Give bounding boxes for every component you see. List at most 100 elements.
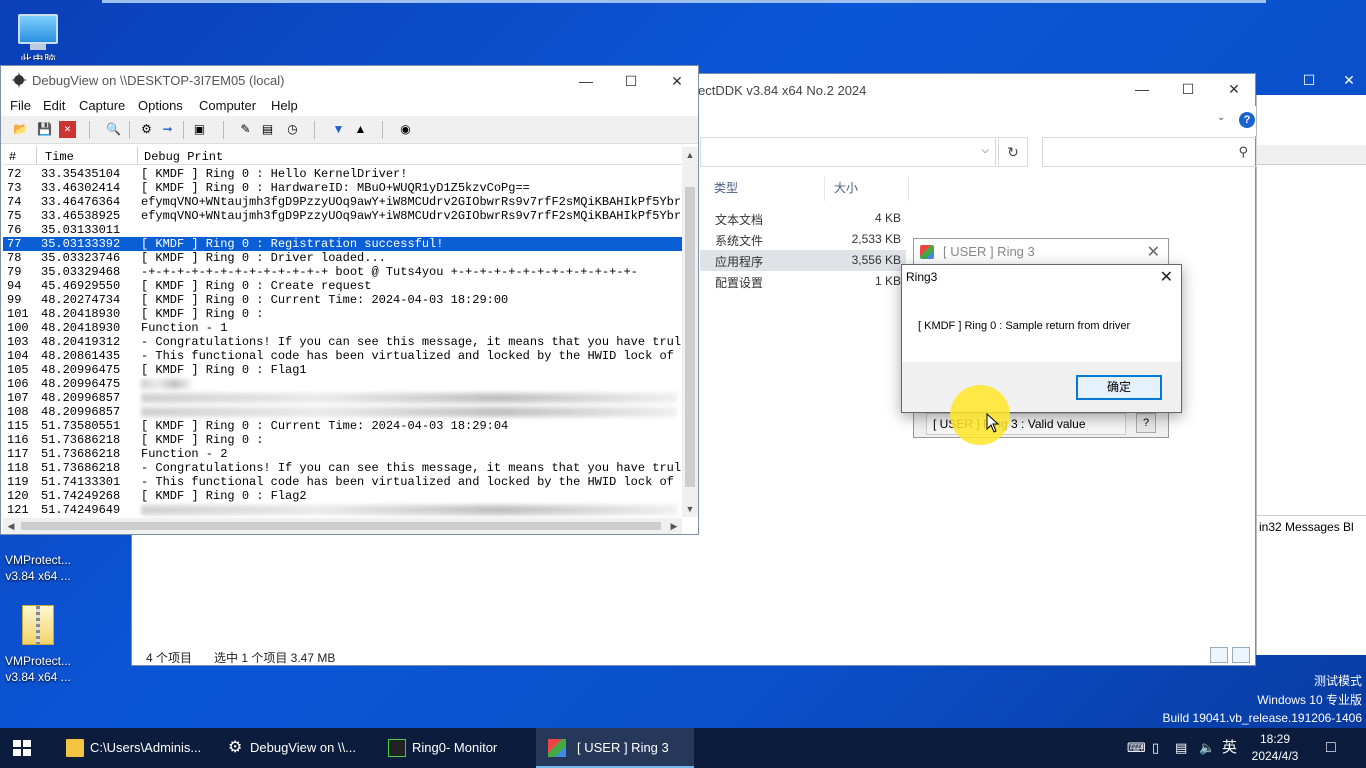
menu-capture[interactable]: Capture	[79, 98, 125, 113]
refresh-button[interactable]: ↻	[998, 137, 1028, 167]
windows-start-icon[interactable]	[13, 740, 31, 756]
minimize-button[interactable]: —	[563, 66, 609, 96]
table-row[interactable]: 77 35.03133392 [ KMDF ] Ring 0 : Registrat…	[3, 237, 682, 251]
scroll-up-icon[interactable]: ▲	[682, 147, 698, 163]
notification-icon[interactable]: □	[1326, 728, 1336, 768]
table-row[interactable]: 103 48.20419312 - Congratulations! If you …	[3, 335, 682, 349]
taskbar-item-ring0-monitor[interactable]: Ring0- Monitor	[376, 728, 534, 768]
taskbar-item-debugview[interactable]: ⚙ DebugView on \\...	[216, 728, 374, 768]
table-row[interactable]: 73 33.46302414 [ KMDF ] Ring 0 : HardwareI…	[3, 181, 682, 195]
messages-tab[interactable]: in32 Messages Bl	[1257, 515, 1366, 537]
table-row[interactable]: 78 35.03323746 [ KMDF ] Ring 0 : Driver lo…	[3, 251, 682, 265]
usb-icon[interactable]: ▯	[1152, 728, 1159, 768]
table-row[interactable]: 116 51.73686218 [ KMDF ] Ring 0 :	[3, 433, 682, 447]
close-icon[interactable]: ✕	[1147, 242, 1160, 262]
scroll-thumb[interactable]	[21, 522, 661, 530]
clock-icon[interactable]: ◷	[284, 121, 301, 138]
table-row[interactable]: 72 33.35435104 [ KMDF ] Ring 0 : Hello Ker…	[3, 167, 682, 181]
table-row[interactable]: 120 51.74249268 [ KMDF ] Ring 0 : Flag2	[3, 489, 682, 503]
debug-list[interactable]: # Time Debug Print 72 33.35435104 [ KMDF ]…	[3, 147, 682, 519]
search-input[interactable]: ⚲	[1042, 137, 1257, 167]
horizontal-scrollbar[interactable]: ◀ ▶	[3, 518, 682, 534]
close-icon[interactable]: ✕	[1211, 74, 1257, 104]
find-icon[interactable]: 🔍	[105, 121, 122, 138]
debugview-icon: ⚙	[228, 739, 243, 756]
table-row[interactable]: 99 48.20274734 [ KMDF ] Ring 0 : Current T…	[3, 293, 682, 307]
table-row[interactable]: 117 51.73686218 Function - 2	[3, 447, 682, 461]
header-time[interactable]: Time	[45, 150, 74, 164]
table-row[interactable]: 108 48.20996857	[3, 405, 682, 419]
clear-icon[interactable]: ✕	[59, 121, 76, 138]
column-type[interactable]: 类型	[714, 179, 738, 196]
table-row[interactable]: 121 51.74249649	[3, 503, 682, 517]
table-row[interactable]: 76 35.03133011	[3, 223, 682, 237]
arrow-right-icon[interactable]: ➞	[159, 121, 176, 138]
binoculars-icon[interactable]: ◉	[397, 121, 414, 138]
header-num[interactable]: #	[9, 150, 16, 164]
details-view-icon[interactable]	[1210, 647, 1228, 663]
keyboard-icon[interactable]: ⌨	[1127, 728, 1146, 768]
table-row[interactable]: 118 51.73686218 - Congratulations! If you …	[3, 461, 682, 475]
close-icon[interactable]: ✕	[654, 66, 700, 96]
desktop-icon-vmprotect-2[interactable]: VMProtect... v3.84 x64 ...	[0, 605, 76, 685]
help-button[interactable]: ?	[1136, 413, 1156, 433]
list-icon[interactable]: ▤	[259, 121, 276, 138]
scroll-thumb[interactable]	[685, 187, 695, 487]
header-print[interactable]: Debug Print	[144, 150, 223, 164]
close-icon[interactable]: ✕	[1160, 267, 1173, 287]
table-row[interactable]: 94 45.46929550 [ KMDF ] Ring 0 : Create re…	[3, 279, 682, 293]
highlight-icon[interactable]: ▲	[352, 121, 369, 138]
scroll-left-icon[interactable]: ◀	[3, 518, 19, 534]
desktop-icon-vmprotect-1[interactable]: VMProtect... v3.84 x64 ...	[0, 535, 76, 584]
chevron-down-icon[interactable]: ⌄	[1217, 112, 1225, 123]
desktop-icon-this-pc[interactable]: 此电脑	[0, 8, 76, 60]
status-bar: 4 个项目 选中 1 个项目 3.47 MB	[132, 646, 1255, 666]
menu-help[interactable]: Help	[271, 98, 298, 113]
table-row[interactable]: 107 48.20996857	[3, 391, 682, 405]
clock[interactable]: 18:29 2024/4/3	[1240, 731, 1310, 765]
address-bar[interactable]: ⌵	[700, 137, 996, 167]
ime-indicator[interactable]: 英	[1222, 728, 1237, 768]
save-icon[interactable]: 💾	[36, 121, 53, 138]
capture-kernel-icon[interactable]: ▣	[191, 121, 208, 138]
minimize-button[interactable]: —	[1119, 74, 1165, 104]
table-row[interactable]: 105 48.20996475 [ KMDF ] Ring 0 : Flag1	[3, 363, 682, 377]
table-row[interactable]: 79 35.03329468 -+-+-+-+-+-+-+-+-+-+-+-+-+ …	[3, 265, 682, 279]
volume-icon[interactable]: 🔈	[1199, 728, 1215, 768]
maximize-icon[interactable]: ☐	[1286, 65, 1332, 95]
file-row[interactable]: 文本文档 4 KB	[700, 208, 906, 229]
open-icon[interactable]: 📂	[12, 121, 29, 138]
table-row[interactable]: 74 33.46476364 efymqVNO+WNtaujmh3fgD9PzzyU…	[3, 195, 682, 209]
chevron-down-icon[interactable]: ⌵	[981, 145, 989, 156]
table-row[interactable]: 104 48.20861435 - This functional code has…	[3, 349, 682, 363]
menu-edit[interactable]: Edit	[43, 98, 65, 113]
menu-computer[interactable]: Computer	[199, 98, 256, 113]
file-row[interactable]: 系统文件 2,533 KB	[700, 229, 906, 250]
table-row[interactable]: 100 48.20418930 Function - 1	[3, 321, 682, 335]
edit-icon[interactable]: ✎	[237, 121, 254, 138]
menu-options[interactable]: Options	[138, 98, 183, 113]
table-row[interactable]: 119 51.74133301 - This functional code has…	[3, 475, 682, 489]
table-row[interactable]: 75 33.46538925 efymqVNO+WNtaujmh3fgD9PzzyU…	[3, 209, 682, 223]
table-row[interactable]: 101 48.20418930 [ KMDF ] Ring 0 :	[3, 307, 682, 321]
capture-icon[interactable]: ⚙	[138, 121, 155, 138]
table-row[interactable]: 106 48.20996475	[3, 377, 682, 391]
scroll-down-icon[interactable]: ▼	[682, 501, 698, 517]
taskbar-item-user-ring3[interactable]: [ USER ] Ring 3	[536, 728, 694, 768]
vertical-scrollbar[interactable]: ▲ ▼	[682, 147, 698, 517]
file-row[interactable]: 配置设置 1 KB	[700, 271, 906, 292]
close-icon[interactable]: ✕	[1332, 65, 1366, 95]
network-icon[interactable]: ▤	[1175, 728, 1187, 768]
maximize-icon[interactable]: ☐	[1165, 74, 1211, 104]
taskbar-item-explorer[interactable]: C:\Users\Adminis...	[54, 728, 214, 768]
maximize-icon[interactable]: ☐	[608, 66, 654, 96]
file-row-selected[interactable]: 应用程序 3,556 KB	[700, 250, 906, 271]
menu-file[interactable]: File	[10, 98, 31, 113]
ok-button[interactable]: 确定	[1076, 375, 1162, 400]
help-icon[interactable]: ?	[1239, 112, 1255, 128]
filter-icon[interactable]: ▼	[330, 121, 347, 138]
large-icons-view-icon[interactable]	[1232, 647, 1250, 663]
scroll-right-icon[interactable]: ▶	[666, 518, 682, 534]
table-row[interactable]: 115 51.73580551 [ KMDF ] Ring 0 : Current …	[3, 419, 682, 433]
column-size[interactable]: 大小	[834, 179, 858, 196]
